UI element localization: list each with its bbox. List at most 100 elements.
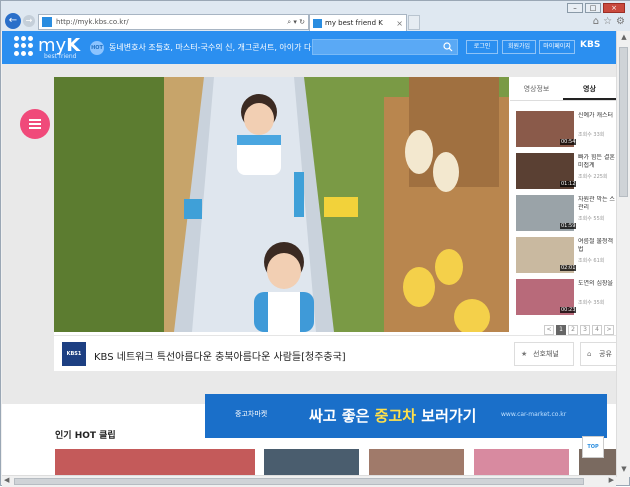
- pager-prev-button[interactable]: <: [544, 325, 554, 335]
- search-refresh-icon[interactable]: ⌕ ▾ ↻: [287, 18, 305, 27]
- vertical-scrollbar[interactable]: ▲ ▼: [616, 31, 630, 477]
- hot-clip-thumbnail[interactable]: [474, 449, 569, 477]
- home-share-icon: ⌂: [587, 350, 592, 358]
- scroll-top-button[interactable]: TOP: [582, 436, 604, 458]
- related-video-title[interactable]: 신예가 캐스터: [578, 112, 616, 120]
- related-video-title-line2[interactable]: 법: [578, 246, 616, 254]
- hot-clip-thumbnail[interactable]: [264, 449, 359, 477]
- hot-clips-title: 인기 HOT 클립: [55, 431, 116, 441]
- video-duration: 00:54: [560, 139, 577, 145]
- search-input[interactable]: [312, 39, 458, 55]
- tab-close-icon[interactable]: ×: [396, 19, 403, 28]
- related-video-item[interactable]: 02:01 여름철 불청객 법 조회수 61회: [516, 237, 616, 273]
- browser-tab[interactable]: my best friend K ×: [309, 14, 407, 31]
- close-button[interactable]: ×: [603, 3, 625, 13]
- mypage-button[interactable]: 마이페이지: [539, 40, 575, 54]
- horizontal-scrollbar[interactable]: ◀ ▶: [2, 475, 616, 487]
- menu-button[interactable]: [20, 109, 50, 139]
- scroll-up-icon[interactable]: ▲: [619, 33, 629, 43]
- related-video-views: 조회수 61회: [578, 258, 605, 264]
- browser-window: – □ × ← → http://myk.kbs.co.kr/ ⌕ ▾ ↻ my…: [0, 0, 630, 487]
- maximize-button[interactable]: □: [585, 3, 601, 13]
- video-duration: 00:23: [560, 307, 577, 313]
- pager-next-button[interactable]: >: [604, 325, 614, 335]
- hot-clip-thumbnail[interactable]: [369, 449, 464, 477]
- arrow-left-icon: ←: [8, 15, 18, 26]
- related-video-title-line2[interactable]: 미첩계: [578, 162, 616, 170]
- banner-headline-a: 싸고 좋은: [309, 407, 375, 425]
- share-label: 공유: [599, 350, 612, 358]
- browser-toolbar-icons: ⌂ ☆ ⚙: [593, 16, 625, 27]
- settings-gear-icon[interactable]: ⚙: [616, 16, 625, 27]
- home-icon[interactable]: ⌂: [593, 16, 599, 27]
- login-button[interactable]: 로그인: [466, 40, 498, 54]
- video-duration: 01:59: [560, 223, 577, 229]
- banner-headline-c: 보러가기: [416, 407, 477, 425]
- favorites-star-icon[interactable]: ☆: [603, 16, 612, 27]
- signup-button[interactable]: 회원가입: [502, 40, 536, 54]
- minimize-button[interactable]: –: [567, 3, 583, 13]
- new-tab-button[interactable]: [408, 15, 420, 30]
- myk-logo[interactable]: myK best friend: [14, 36, 80, 60]
- related-video-views: 조회수 35회: [578, 300, 605, 306]
- related-video-item[interactable]: 00:54 신예가 캐스터 조회수 33회: [516, 111, 616, 147]
- kbs-logo[interactable]: KBS: [580, 40, 600, 50]
- banner-brand: 중고차마켓: [235, 410, 268, 418]
- related-videos-panel: 영상정보 영상 00:54 신예가 캐스터 조회수 33회 01:12 빠가 힘…: [510, 77, 616, 332]
- related-video-title[interactable]: 여름철 불청객: [578, 238, 616, 246]
- banner-url: www.car-market.co.kr: [501, 411, 567, 418]
- related-video-views: 조회수 225회: [578, 174, 608, 180]
- tab-videos[interactable]: 영상: [563, 77, 616, 100]
- tab-video-info[interactable]: 영상정보: [510, 77, 563, 100]
- hot-clip-thumbnail[interactable]: [55, 449, 255, 477]
- page-viewport: myK best friend HOT 동네변호사 조들호, 마스터-국수의 신…: [2, 31, 616, 477]
- hot-badge: HOT: [90, 41, 104, 55]
- pager-page-2[interactable]: 2: [568, 325, 578, 335]
- pager-page-3[interactable]: 3: [580, 325, 590, 335]
- pager-page-4[interactable]: 4: [592, 325, 602, 335]
- related-video-views: 조회수 55회: [578, 216, 605, 222]
- browser-titlebar: – □ × ← → http://myk.kbs.co.kr/ ⌕ ▾ ↻ my…: [1, 1, 630, 31]
- address-bar[interactable]: http://myk.kbs.co.kr/ ⌕ ▾ ↻: [38, 14, 309, 30]
- hamburger-icon: [29, 119, 41, 121]
- forward-button[interactable]: →: [23, 15, 35, 27]
- arrow-right-icon: →: [25, 16, 33, 25]
- favorite-channel-button[interactable]: ★ 선호채널: [514, 342, 574, 366]
- search-icon[interactable]: [443, 42, 453, 52]
- scroll-left-icon[interactable]: ◀: [4, 476, 9, 484]
- related-video-title[interactable]: 자원관 막는 스: [578, 196, 616, 204]
- hamburger-icon-line: [29, 127, 41, 129]
- video-duration: 01:12: [560, 181, 577, 187]
- tab-title: my best friend K: [325, 19, 383, 27]
- video-title: KBS 네트워크 특선아름다운 충북아름다운 사람들[청주충국]: [94, 352, 346, 363]
- favorite-channel-label: 선호채널: [533, 350, 559, 358]
- hot-keywords[interactable]: 동네변호사 조들호, 마스터-국수의 신, 개그콘서트, 아이가 다섯: [109, 42, 319, 53]
- hamburger-icon-line: [29, 123, 41, 125]
- share-button[interactable]: ⌂ 공유: [580, 342, 616, 366]
- video-frame-image: [54, 77, 509, 332]
- video-player[interactable]: [54, 77, 509, 332]
- address-url[interactable]: http://myk.kbs.co.kr/: [56, 18, 287, 26]
- scroll-right-icon[interactable]: ▶: [609, 476, 614, 484]
- related-video-item[interactable]: 01:59 자원관 막는 스 관리 조회수 55회: [516, 195, 616, 231]
- back-button[interactable]: ←: [5, 13, 21, 29]
- scroll-down-icon[interactable]: ▼: [619, 465, 629, 475]
- related-video-title-line2[interactable]: 관리: [578, 204, 616, 212]
- logo-tagline: best friend: [44, 53, 77, 60]
- logo-dots-icon: [14, 36, 34, 56]
- window-controls: – □ ×: [567, 3, 625, 13]
- related-video-title[interactable]: 빠가 힘든 결혼: [578, 154, 616, 162]
- pager-page-1[interactable]: 1: [556, 325, 566, 335]
- related-video-item[interactable]: 01:12 빠가 힘든 결혼 미첩계 조회수 225회: [516, 153, 616, 189]
- channel-badge[interactable]: KBS1: [62, 342, 86, 366]
- site-favicon-icon: [42, 17, 52, 27]
- tab-favicon-icon: [313, 18, 322, 28]
- ad-banner[interactable]: 중고차마켓 싸고 좋은 중고차 보러가기 www.car-market.co.k…: [205, 394, 607, 438]
- site-header: myK best friend HOT 동네변호사 조들호, 마스터-국수의 신…: [2, 31, 616, 64]
- related-video-item[interactable]: 00:23 도연의 심장을 조회수 35회: [516, 279, 616, 315]
- horizontal-scroll-thumb[interactable]: [14, 478, 584, 485]
- vertical-scroll-thumb[interactable]: [619, 47, 628, 197]
- video-duration: 02:01: [560, 265, 577, 271]
- related-video-views: 조회수 33회: [578, 132, 605, 138]
- related-video-title[interactable]: 도연의 심장을: [578, 280, 616, 288]
